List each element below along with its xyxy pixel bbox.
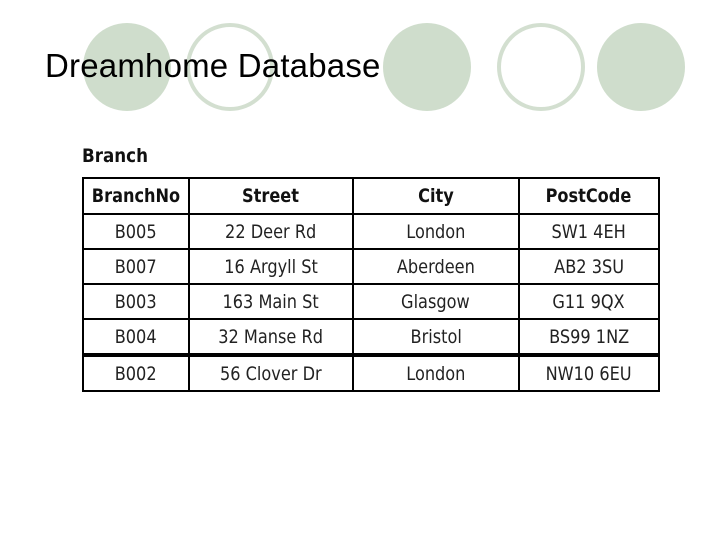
column-header-street: Street [187,177,354,215]
table-row: B002 56 Clover Dr London NW10 6EU [82,353,661,392]
cell-postcode: G11 9QX [517,283,661,320]
decorative-circle-filled [383,23,471,111]
cell-street: 32 Manse Rd [187,318,354,356]
slide-title: Dreamhome Database [45,47,381,84]
cell-postcode: NW10 6EU [517,353,661,392]
decorative-circle-filled [597,23,685,111]
cell-street: 16 Argyll St [187,248,354,285]
cell-city: Aberdeen [351,248,520,285]
table-row: B005 22 Deer Rd London SW1 4EH [82,213,661,250]
cell-city: Glasgow [351,283,520,320]
cell-branchno: B007 [82,248,190,285]
table-row: B007 16 Argyll St Aberdeen AB2 3SU [82,248,661,285]
cell-city: Bristol [351,318,520,356]
cell-branchno: B002 [82,353,190,392]
column-header-city: City [351,177,520,215]
cell-city: London [351,213,520,250]
column-header-postcode: PostCode [517,177,661,215]
cell-city: London [351,353,520,392]
table-row: B004 32 Manse Rd Bristol BS99 1NZ [82,318,661,356]
table-caption: Branch [82,145,148,167]
cell-branchno: B004 [82,318,190,356]
cell-postcode: AB2 3SU [517,248,661,285]
cell-postcode: SW1 4EH [517,213,661,250]
cell-street: 163 Main St [187,283,354,320]
column-header-branchno: BranchNo [82,177,190,215]
cell-street: 22 Deer Rd [187,213,354,250]
table-row: B003 163 Main St Glasgow G11 9QX [82,283,661,320]
cell-branchno: B005 [82,213,190,250]
cell-street: 56 Clover Dr [187,353,354,392]
cell-branchno: B003 [82,283,190,320]
branch-table: BranchNo Street City PostCode B005 22 De… [82,177,661,392]
table-header-row: BranchNo Street City PostCode [82,177,661,215]
cell-postcode: BS99 1NZ [517,318,661,356]
decorative-circle-outline [497,23,585,111]
